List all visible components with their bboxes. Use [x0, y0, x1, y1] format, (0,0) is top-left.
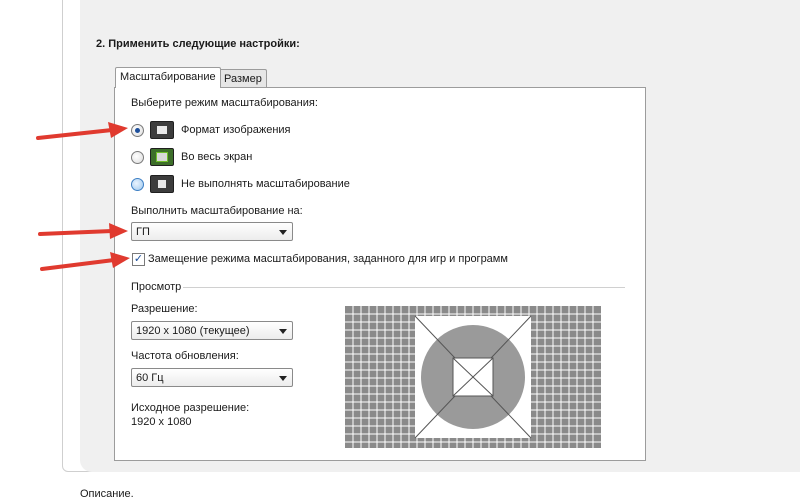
arrow-override [40, 252, 130, 271]
arrow-aspect-ratio [36, 122, 128, 140]
annotation-arrows [36, 122, 130, 271]
arrow-perform-on [38, 223, 128, 239]
